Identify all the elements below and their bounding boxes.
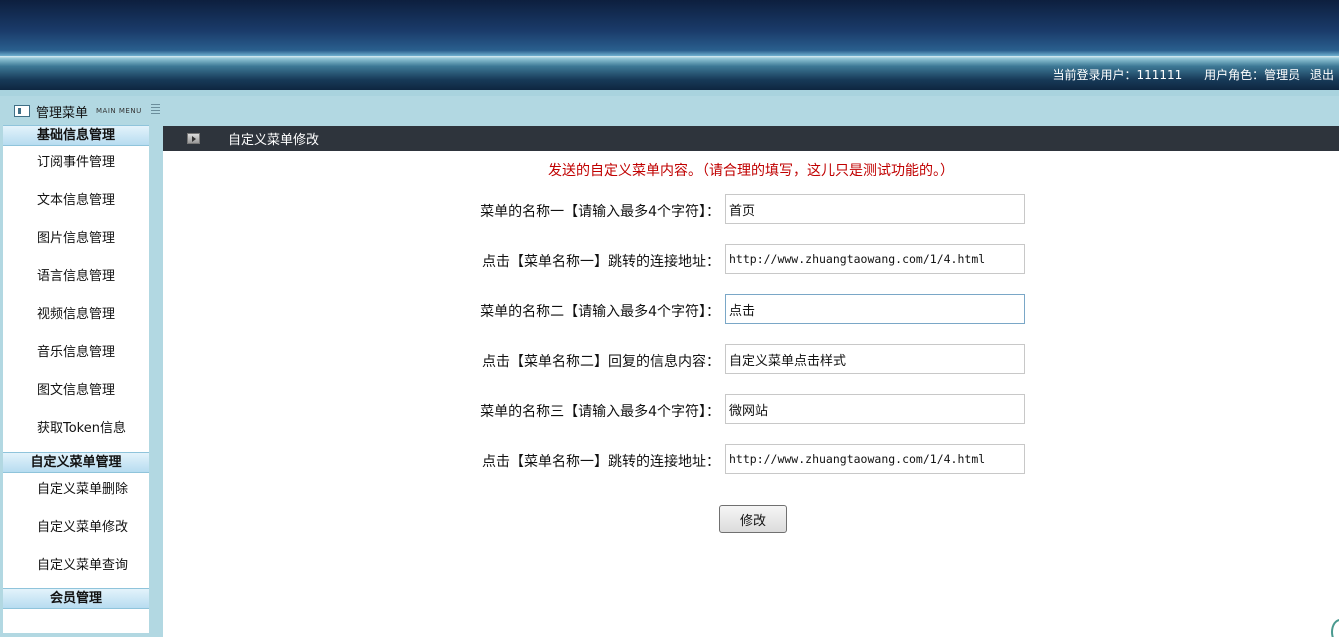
collapse-grip-icon[interactable] [151, 104, 160, 116]
sidebar-item-text-info[interactable]: 文本信息管理 [3, 189, 149, 213]
group-custom-menu[interactable]: 自定义菜单管理 [3, 452, 149, 473]
field-label: 菜单的名称三【请输入最多4个字符】： [480, 404, 720, 420]
notice-text: 发送的自定义菜单内容。（请合理的填写，这儿只是测试功能的。） [548, 163, 954, 179]
sidebar: 管理菜单 MAIN MENU 基础信息管理 订阅事件管理 文本信息管理 图片信息… [0, 96, 160, 637]
logout-link[interactable]: 退出 [1310, 68, 1334, 82]
login-user-label: 当前登录用户：111111 [1052, 68, 1183, 82]
sidebar-item-video-info[interactable]: 视频信息管理 [3, 303, 149, 327]
menu-subtitle: MAIN MENU [96, 107, 142, 115]
sidebar-item-custom-menu-query[interactable]: 自定义菜单查询 [3, 554, 149, 578]
menu-url-3-input[interactable] [725, 444, 1025, 474]
sidebar-item-image-info[interactable]: 图片信息管理 [3, 227, 149, 251]
form-row-menu-url-3: 点击【菜单名称一】跳转的连接地址： [163, 444, 1339, 474]
top-banner [0, 0, 1339, 56]
form-row-menu-name-2: 菜单的名称二【请输入最多4个字符】： [163, 294, 1339, 324]
play-icon [187, 133, 200, 144]
modify-button[interactable]: 修改 [719, 505, 787, 533]
form-row-menu-name-3: 菜单的名称三【请输入最多4个字符】： [163, 394, 1339, 424]
group-basic-info[interactable]: 基础信息管理 [3, 125, 149, 146]
sidebar-item-news-info[interactable]: 图文信息管理 [3, 379, 149, 403]
field-label: 菜单的名称二【请输入最多4个字符】： [480, 304, 720, 320]
field-label: 点击【菜单名称二】回复的信息内容： [482, 354, 720, 370]
menu-reply-2-input[interactable] [725, 344, 1025, 374]
corner-decoration [1331, 619, 1339, 637]
field-label: 点击【菜单名称一】跳转的连接地址： [482, 454, 720, 470]
menu-name-3-input[interactable] [725, 394, 1025, 424]
sidebar-item-music-info[interactable]: 音乐信息管理 [3, 341, 149, 365]
main-area: 自定义菜单修改 发送的自定义菜单内容。（请合理的填写，这儿只是测试功能的。） 菜… [160, 96, 1339, 637]
sidebar-item-get-token[interactable]: 获取Token信息 [3, 417, 149, 441]
content-panel: 自定义菜单修改 发送的自定义菜单内容。（请合理的填写，这儿只是测试功能的。） 菜… [163, 126, 1339, 637]
field-label: 菜单的名称一【请输入最多4个字符】： [480, 204, 720, 220]
menu-title: 管理菜单 [36, 105, 89, 121]
menu-name-2-input[interactable] [725, 294, 1025, 324]
user-info: 当前登录用户：111111 用户角色：管理员 退出 [1047, 66, 1335, 83]
page-title-bar: 自定义菜单修改 [163, 126, 1339, 151]
sidebar-panel: 基础信息管理 订阅事件管理 文本信息管理 图片信息管理 语言信息管理 视频信息管… [3, 125, 149, 633]
sidebar-item-subscribe-events[interactable]: 订阅事件管理 [3, 151, 149, 175]
sidebar-item-custom-menu-delete[interactable]: 自定义菜单删除 [3, 478, 149, 502]
menu-name-1-input[interactable] [725, 194, 1025, 224]
field-label: 点击【菜单名称一】跳转的连接地址： [482, 254, 720, 270]
menu-header: 管理菜单 MAIN MENU [4, 100, 160, 122]
form-row-menu-name-1: 菜单的名称一【请输入最多4个字符】： [163, 194, 1339, 224]
sidebar-item-voice-info[interactable]: 语言信息管理 [3, 265, 149, 289]
form-row-menu-url-1: 点击【菜单名称一】跳转的连接地址： [163, 244, 1339, 274]
page-title: 自定义菜单修改 [228, 133, 320, 148]
menu-url-1-input[interactable] [725, 244, 1025, 274]
sidebar-item-custom-menu-edit[interactable]: 自定义菜单修改 [3, 516, 149, 540]
menu-icon [14, 105, 30, 117]
form-row-menu-reply-2: 点击【菜单名称二】回复的信息内容： [163, 344, 1339, 374]
role-label: 用户角色：管理员 [1204, 68, 1301, 82]
group-member[interactable]: 会员管理 [3, 588, 149, 609]
